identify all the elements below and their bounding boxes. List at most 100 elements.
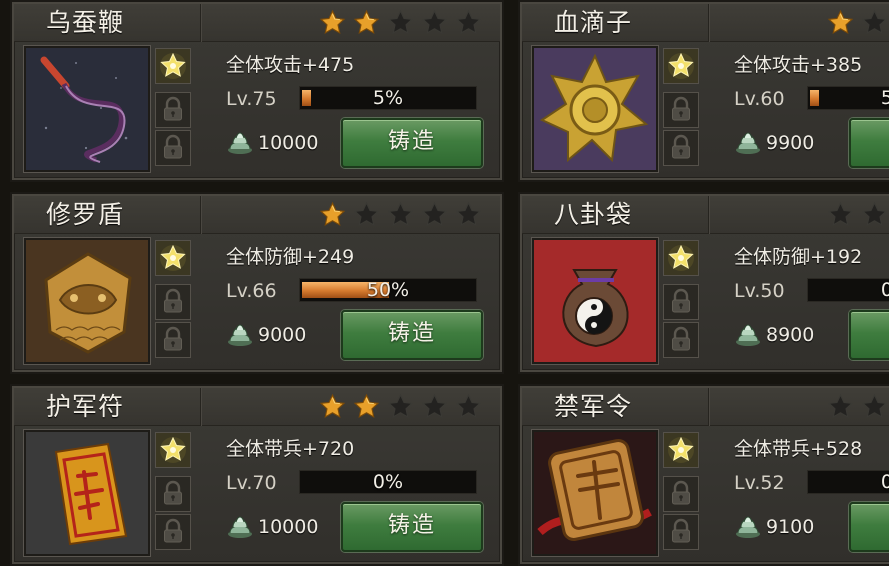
- forge-progress-bar: 0%: [807, 470, 889, 494]
- lock-icon[interactable]: [663, 130, 699, 166]
- silver-ingot-icon: [734, 512, 762, 540]
- equipment-card: 修罗盾 全体防御+249 Lv.66 50% 9000 铸造: [12, 194, 502, 372]
- cost-amount: 9900: [766, 132, 815, 154]
- gem-slot-star-icon[interactable]: [155, 240, 191, 276]
- cost-amount: 9000: [258, 324, 307, 346]
- gem-slot-star-icon[interactable]: [663, 48, 699, 84]
- whip-icon[interactable]: [24, 46, 150, 172]
- attribute-bonus: 全体攻击+475: [226, 54, 355, 76]
- level-label: Lv.66: [226, 280, 277, 302]
- level-label: Lv.50: [734, 280, 785, 302]
- forge-button[interactable]: 铸造: [341, 310, 483, 360]
- cost-amount: 10000: [258, 132, 319, 154]
- forge-progress-bar: 0%: [299, 470, 477, 494]
- equipment-card: 血滴子 全体攻击+385 Lv.60 5% 9900 铸造: [520, 2, 889, 180]
- forge-button[interactable]: 铸造: [849, 310, 889, 360]
- gem-slot-star-icon[interactable]: [663, 432, 699, 468]
- star-empty-icon: [387, 9, 414, 36]
- equipment-name: 乌蚕鞭: [46, 8, 125, 37]
- lock-icon[interactable]: [663, 476, 699, 512]
- progress-percent: 5%: [880, 87, 889, 109]
- star-empty-icon: [861, 393, 888, 420]
- lock-icon[interactable]: [663, 322, 699, 358]
- equipment-name: 禁军令: [554, 392, 633, 421]
- lock-icon[interactable]: [663, 92, 699, 128]
- silver-ingot-icon: [734, 320, 762, 348]
- equipment-card: 乌蚕鞭 全体攻击+475 Lv.75 5% 10000 铸造: [12, 2, 502, 180]
- star-rating: [319, 201, 482, 229]
- star-filled-icon: [319, 9, 346, 36]
- cost-amount: 9100: [766, 516, 815, 538]
- silver-ingot-icon: [226, 128, 254, 156]
- star-rating: [319, 393, 482, 421]
- forge-progress-bar: 0%: [807, 278, 889, 302]
- star-rating: [827, 9, 889, 37]
- lock-icon[interactable]: [155, 284, 191, 320]
- header-divider: [708, 4, 709, 42]
- lock-icon[interactable]: [663, 284, 699, 320]
- star-rating: [319, 9, 482, 37]
- star-empty-icon: [421, 9, 448, 36]
- level-label: Lv.75: [226, 88, 277, 110]
- star-empty-icon: [387, 201, 414, 228]
- star-empty-icon: [861, 9, 888, 36]
- header-divider: [200, 4, 201, 42]
- gem-slot-star-icon[interactable]: [155, 48, 191, 84]
- gem-slot-star-icon[interactable]: [155, 432, 191, 468]
- level-label: Lv.60: [734, 88, 785, 110]
- level-label: Lv.52: [734, 472, 785, 494]
- star-rating: [827, 393, 889, 421]
- talisman-icon[interactable]: [24, 430, 150, 556]
- star-filled-icon: [319, 201, 346, 228]
- star-empty-icon: [455, 9, 482, 36]
- attribute-bonus: 全体带兵+528: [734, 438, 863, 460]
- forge-button[interactable]: 铸造: [849, 118, 889, 168]
- forge-button[interactable]: 铸造: [849, 502, 889, 552]
- lock-icon[interactable]: [155, 322, 191, 358]
- star-filled-icon: [827, 9, 854, 36]
- equipment-name: 护军符: [46, 392, 125, 421]
- star-empty-icon: [387, 393, 414, 420]
- lock-icon[interactable]: [155, 92, 191, 128]
- blood-drop-weapon-icon[interactable]: [532, 46, 658, 172]
- header-divider: [200, 196, 201, 234]
- equipment-name: 血滴子: [554, 8, 633, 37]
- silver-ingot-icon: [226, 512, 254, 540]
- star-empty-icon: [861, 201, 888, 228]
- attribute-bonus: 全体带兵+720: [226, 438, 355, 460]
- progress-percent: 0%: [880, 471, 889, 493]
- bagua-bag-icon[interactable]: [532, 238, 658, 364]
- lock-icon[interactable]: [155, 514, 191, 550]
- forge-progress-bar: 50%: [299, 278, 477, 302]
- lock-icon[interactable]: [155, 476, 191, 512]
- attribute-bonus: 全体防御+249: [226, 246, 355, 268]
- equipment-card: 护军符 全体带兵+720 Lv.70 0% 10000 铸造: [12, 386, 502, 564]
- lock-icon[interactable]: [663, 514, 699, 550]
- silver-ingot-icon: [734, 128, 762, 156]
- silver-ingot-icon: [226, 320, 254, 348]
- attribute-bonus: 全体防御+192: [734, 246, 863, 268]
- equipment-name: 八卦袋: [554, 200, 633, 229]
- star-empty-icon: [353, 201, 380, 228]
- forge-button[interactable]: 铸造: [341, 502, 483, 552]
- forge-button[interactable]: 铸造: [341, 118, 483, 168]
- star-empty-icon: [827, 201, 854, 228]
- star-empty-icon: [455, 201, 482, 228]
- star-filled-icon: [319, 393, 346, 420]
- lock-icon[interactable]: [155, 130, 191, 166]
- token-icon[interactable]: [532, 430, 658, 556]
- star-empty-icon: [421, 201, 448, 228]
- header-divider: [200, 388, 201, 426]
- equipment-name: 修罗盾: [46, 200, 125, 229]
- equipment-card: 八卦袋 全体防御+192 Lv.50 0% 8900: [520, 194, 889, 372]
- gem-slot-star-icon[interactable]: [663, 240, 699, 276]
- progress-percent: 50%: [366, 279, 410, 301]
- progress-percent: 0%: [880, 279, 889, 301]
- attribute-bonus: 全体攻击+385: [734, 54, 863, 76]
- star-filled-icon: [353, 9, 380, 36]
- star-filled-icon: [353, 393, 380, 420]
- star-empty-icon: [421, 393, 448, 420]
- star-empty-icon: [455, 393, 482, 420]
- shield-icon[interactable]: [24, 238, 150, 364]
- star-empty-icon: [827, 393, 854, 420]
